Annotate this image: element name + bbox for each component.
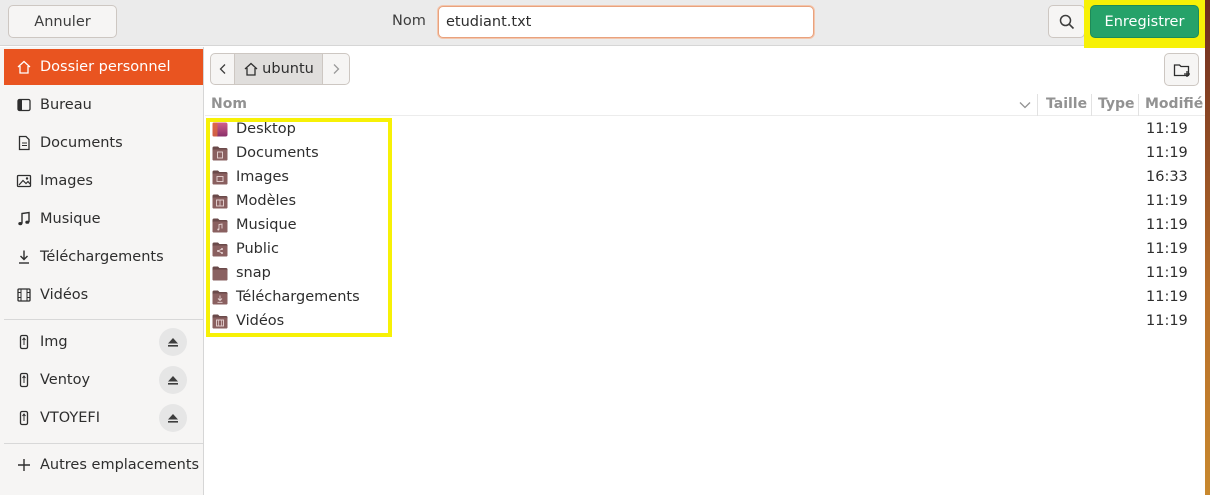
eject-icon (168, 414, 178, 423)
file-modified: 11:19 (1146, 193, 1188, 209)
download-icon (14, 247, 34, 267)
sidebar-item-label: Dossier personnel (40, 59, 171, 75)
sidebar-item-home[interactable]: Dossier personnel (4, 49, 203, 85)
sidebar-item-label: Bureau (40, 97, 92, 113)
file-modified: 11:19 (1146, 217, 1188, 233)
header-bar: Annuler Nom (0, 0, 1205, 46)
eject-button[interactable] (159, 328, 187, 356)
sidebar-item-bureau[interactable]: Bureau (4, 87, 203, 123)
file-modified: 11:19 (1146, 289, 1188, 305)
sidebar-item-label: Autres emplacements (40, 457, 200, 473)
column-size[interactable]: Taille (1046, 96, 1087, 112)
sidebar-separator (4, 443, 203, 444)
sidebar-item-label: Musique (40, 211, 101, 227)
column-modified[interactable]: Modifié (1145, 96, 1203, 112)
sidebar-item-telechargements[interactable]: Téléchargements (4, 239, 203, 275)
usb-drive-icon (14, 332, 34, 352)
sidebar-item-ventoy[interactable]: Ventoy (4, 362, 203, 398)
sidebar-item-label: VTOYEFI (40, 410, 101, 426)
chevron-down-icon (1019, 102, 1031, 109)
sidebar-item-documents[interactable]: Documents (4, 125, 203, 161)
home-icon (244, 62, 258, 76)
filename-input[interactable] (438, 6, 814, 38)
sidebar-item-label: Img (40, 334, 68, 350)
column-type[interactable]: Type (1098, 96, 1135, 112)
column-divider (1091, 94, 1092, 116)
cancel-button[interactable]: Annuler (8, 5, 117, 38)
plus-icon (14, 455, 34, 475)
chevron-right-icon (333, 64, 340, 74)
file-modified: 11:19 (1146, 145, 1188, 161)
search-button[interactable] (1048, 5, 1085, 38)
video-icon (14, 285, 34, 305)
sidebar-item-label: Vidéos (40, 287, 89, 303)
sidebar-item-vtoyefi[interactable]: VTOYEFI (4, 400, 203, 436)
usb-drive-icon (14, 408, 34, 428)
column-divider (1037, 94, 1038, 116)
file-modified: 11:19 (1146, 121, 1188, 137)
column-header: Nom Taille Type Modifié (205, 94, 1205, 116)
chevron-left-icon (219, 64, 225, 74)
window-edge (1205, 0, 1210, 495)
eject-icon (168, 338, 178, 347)
sidebar-item-label: Images (40, 173, 93, 189)
sidebar-separator (4, 319, 203, 320)
path-forward-button[interactable] (323, 53, 350, 85)
column-divider (1138, 94, 1139, 116)
search-icon (1059, 14, 1074, 29)
filename-label: Nom (392, 13, 426, 29)
document-icon (14, 133, 34, 153)
image-icon (14, 171, 34, 191)
file-list-highlight-box (206, 118, 392, 337)
file-modified: 11:19 (1146, 313, 1188, 329)
sidebar-item-musique[interactable]: Musique (4, 201, 203, 237)
sidebar-item-label: Téléchargements (40, 249, 164, 265)
sidebar-item-label: Documents (40, 135, 123, 151)
desktop-icon (14, 95, 34, 115)
sidebar-item-videos[interactable]: Vidéos (4, 277, 203, 313)
sidebar-item-img[interactable]: Img (4, 324, 203, 360)
sidebar-item-label: Ventoy (40, 372, 91, 388)
eject-button[interactable] (159, 366, 187, 394)
sidebar-item-images[interactable]: Images (4, 163, 203, 199)
file-modified: 11:19 (1146, 265, 1188, 281)
path-segment-label: ubuntu (262, 61, 314, 77)
column-name[interactable]: Nom (211, 96, 247, 112)
file-modified: 16:33 (1146, 169, 1188, 185)
usb-drive-icon (14, 370, 34, 390)
home-icon (14, 57, 34, 77)
new-folder-button[interactable] (1164, 53, 1199, 86)
eject-button[interactable] (159, 404, 187, 432)
sidebar-item-other-locations[interactable]: Autres emplacements (4, 447, 203, 483)
path-back-button[interactable] (210, 53, 235, 85)
file-modified: 11:19 (1146, 241, 1188, 257)
path-bar: ubuntu (210, 53, 350, 85)
new-folder-icon (1173, 63, 1190, 77)
music-icon (14, 209, 34, 229)
save-button[interactable]: Enregistrer (1090, 5, 1199, 38)
path-segment-home[interactable]: ubuntu (235, 53, 323, 85)
eject-icon (168, 376, 178, 385)
